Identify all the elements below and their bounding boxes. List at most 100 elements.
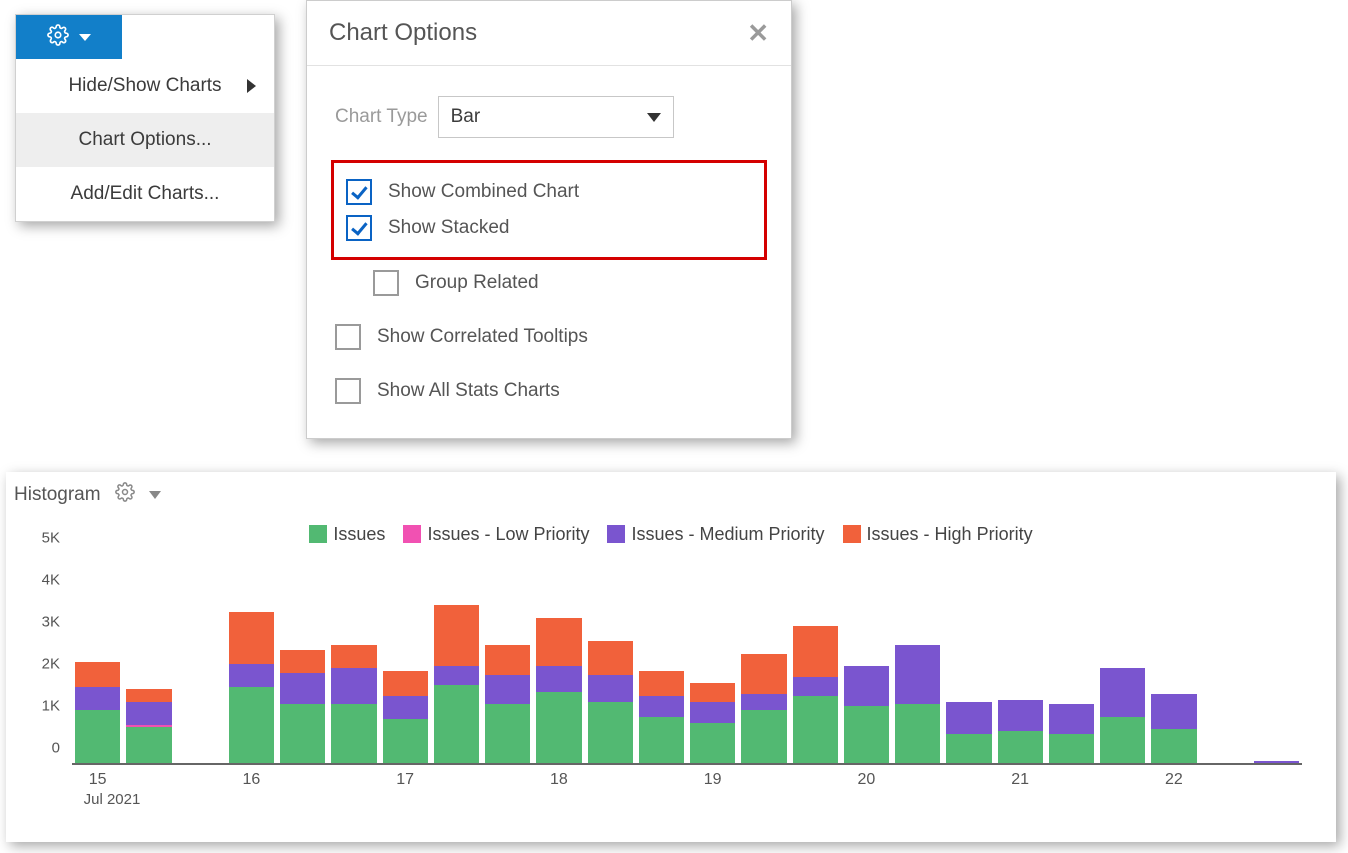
dialog-title: Chart Options <box>329 19 477 47</box>
bar-segment <box>229 612 274 665</box>
x-tick-label: 18 <box>550 771 568 789</box>
bar-segment <box>1100 668 1145 716</box>
bar-segment <box>741 710 786 765</box>
bar-segment <box>536 666 581 691</box>
x-axis-sublabel: Jul 2021 <box>84 791 141 808</box>
bar[interactable] <box>946 702 991 765</box>
x-baseline <box>72 763 1302 765</box>
bar-segment <box>485 704 530 765</box>
all-stats-label: Show All Stats Charts <box>377 380 560 402</box>
bar-segment <box>793 696 838 765</box>
gear-icon <box>47 24 69 51</box>
chart-type-row: Chart Type Bar <box>335 96 781 138</box>
correlated-tooltips-label: Show Correlated Tooltips <box>377 326 588 348</box>
bar[interactable] <box>793 626 838 765</box>
checkbox-tooltips[interactable] <box>335 324 361 350</box>
legend-swatch <box>309 525 327 543</box>
bar[interactable] <box>383 671 428 765</box>
chart-area: 01K2K3K4K5K 1516171819202122Jul 2021 <box>26 555 1306 801</box>
bar-segment <box>588 702 633 765</box>
bar-segment <box>331 668 376 704</box>
bar[interactable] <box>1100 668 1145 765</box>
legend-item[interactable]: Issues - Low Priority <box>403 524 589 545</box>
x-tick-label: 16 <box>242 771 260 789</box>
bar-segment <box>75 662 120 687</box>
legend-item[interactable]: Issues <box>309 524 385 545</box>
submenu-arrow-icon <box>247 79 256 93</box>
checkbox-group[interactable] <box>373 270 399 296</box>
all-stats-row[interactable]: Show All Stats Charts <box>335 378 781 404</box>
legend-label: Issues - High Priority <box>867 524 1033 544</box>
bar-segment <box>536 618 581 666</box>
bar-segment <box>383 671 428 696</box>
menu-item[interactable]: Chart Options... <box>16 113 274 167</box>
y-axis: 01K2K3K4K5K <box>26 555 66 765</box>
chart-legend: Issues Issues - Low Priority Issues - Medi… <box>6 524 1336 545</box>
bar[interactable] <box>639 671 684 765</box>
bar[interactable] <box>998 700 1043 765</box>
bar[interactable] <box>75 662 120 765</box>
menu-item-label: Chart Options... <box>78 129 211 151</box>
legend-swatch <box>403 525 421 543</box>
bar[interactable] <box>588 641 633 765</box>
bar[interactable] <box>844 666 889 765</box>
menu-item[interactable]: Add/Edit Charts... <box>16 167 274 221</box>
bar[interactable] <box>485 645 530 765</box>
checkbox-allstats[interactable] <box>335 378 361 404</box>
bar[interactable] <box>126 689 171 765</box>
gear-button[interactable] <box>16 15 122 59</box>
y-tick-label: 0 <box>52 740 60 757</box>
bar-segment <box>383 696 428 719</box>
legend-item[interactable]: Issues - Medium Priority <box>607 524 824 545</box>
gear-menu: Hide/Show Charts Chart Options... Add/Edit… <box>15 14 275 222</box>
bar-segment <box>741 654 786 694</box>
checkbox-stacked[interactable] <box>346 215 372 241</box>
bar[interactable] <box>741 654 786 765</box>
bar-segment <box>485 675 530 704</box>
bar-segment <box>434 666 479 685</box>
y-tick-label: 4K <box>42 572 60 589</box>
bar[interactable] <box>1049 704 1094 765</box>
caret-down-icon <box>79 34 91 41</box>
bar[interactable] <box>229 612 274 765</box>
bar-segment <box>75 710 120 765</box>
legend-label: Issues <box>333 524 385 544</box>
bar[interactable] <box>1151 694 1196 765</box>
legend-item[interactable]: Issues - High Priority <box>843 524 1033 545</box>
highlighted-options: Show Combined Chart Show Stacked <box>331 160 767 260</box>
show-stacked-row[interactable]: Show Stacked <box>346 215 760 241</box>
x-tick-label: 17 <box>396 771 414 789</box>
x-tick-label: 19 <box>704 771 722 789</box>
bar-segment <box>536 692 581 766</box>
group-related-row[interactable]: Group Related <box>373 270 781 296</box>
close-icon[interactable]: ✕ <box>747 20 769 46</box>
chart-type-label: Chart Type <box>335 106 428 128</box>
legend-label: Issues - Low Priority <box>427 524 589 544</box>
y-tick-label: 5K <box>42 530 60 547</box>
bar-segment <box>383 719 428 765</box>
bar-segment <box>126 702 171 725</box>
bar-segment <box>844 706 889 765</box>
chart-type-select[interactable]: Bar <box>438 96 674 138</box>
checkbox-combined[interactable] <box>346 179 372 205</box>
bar[interactable] <box>434 605 479 765</box>
chevron-down-icon[interactable] <box>149 491 161 499</box>
menu-item[interactable]: Hide/Show Charts <box>16 59 274 113</box>
bar-segment <box>690 683 735 702</box>
show-combined-row[interactable]: Show Combined Chart <box>346 179 760 205</box>
bar[interactable] <box>331 645 376 765</box>
bar[interactable] <box>895 645 940 765</box>
bar[interactable] <box>280 650 325 765</box>
bar[interactable] <box>690 683 735 765</box>
bar-segment <box>639 696 684 717</box>
bar-segment <box>946 702 991 734</box>
gear-icon[interactable] <box>115 482 135 508</box>
bar-segment <box>998 700 1043 732</box>
bar-segment <box>229 687 274 765</box>
bar-segment <box>741 694 786 711</box>
bar-segment <box>588 675 633 702</box>
histogram-title: Histogram <box>14 484 101 506</box>
correlated-tooltips-row[interactable]: Show Correlated Tooltips <box>335 324 781 350</box>
bar[interactable] <box>536 618 581 765</box>
chevron-down-icon <box>647 113 661 122</box>
